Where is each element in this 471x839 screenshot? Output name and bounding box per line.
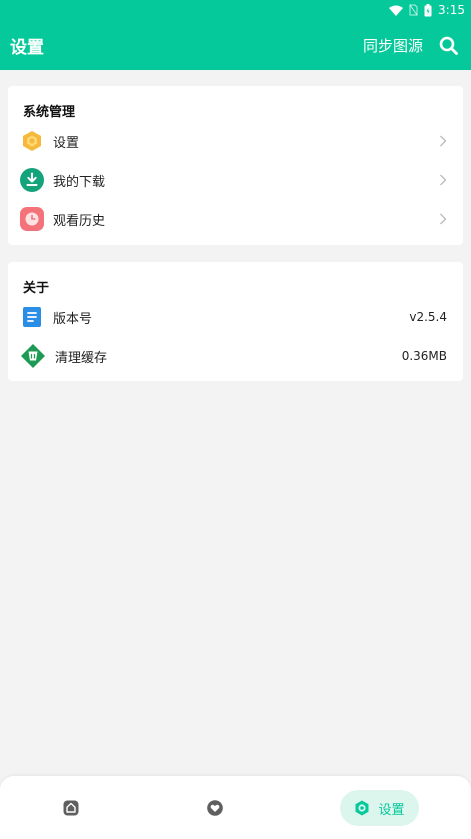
system-management-card: 系统管理 设置 我的下载 观看历史 (8, 86, 463, 245)
chevron-right-icon (439, 210, 447, 229)
settings-row[interactable]: 设置 (8, 122, 463, 160)
nav-favorite-tab[interactable] (200, 790, 230, 826)
version-row-label: 版本号 (53, 311, 93, 327)
hexagon-settings-icon (21, 130, 43, 152)
app-bar: 设置 同步图源 (0, 20, 471, 70)
page-title: 设置 (10, 37, 44, 58)
about-section-title: 关于 (23, 281, 50, 296)
clean-cache-icon (20, 343, 46, 369)
cache-size-value: 0.36MB (401, 349, 447, 363)
version-value: v2.5.4 (409, 310, 447, 324)
status-time: 3:15 (438, 3, 465, 17)
search-icon (439, 36, 458, 55)
clear-cache-row[interactable]: 清理缓存 0.36MB (8, 337, 463, 375)
battery-icon (424, 3, 432, 17)
downloads-row-label: 我的下载 (53, 174, 106, 190)
bottom-navigation: 设置 (0, 776, 471, 839)
history-clock-icon (20, 207, 44, 231)
home-icon (63, 800, 79, 816)
gear-icon (355, 800, 369, 816)
nav-home-tab[interactable] (56, 790, 86, 826)
status-bar: 3:15 (0, 0, 471, 20)
history-row-label: 观看历史 (53, 213, 106, 229)
download-icon (20, 168, 44, 192)
history-row[interactable]: 观看历史 (8, 200, 463, 238)
nav-settings-label: 设置 (378, 802, 405, 818)
system-section-title: 系统管理 (23, 105, 76, 120)
chevron-right-icon (439, 171, 447, 190)
no-sim-icon (409, 4, 418, 16)
clear-cache-row-label: 清理缓存 (55, 350, 108, 366)
nav-settings-tab[interactable]: 设置 (340, 790, 419, 826)
settings-row-label: 设置 (53, 135, 80, 151)
downloads-row[interactable]: 我的下载 (8, 161, 463, 199)
search-button[interactable] (437, 34, 459, 56)
about-card: 关于 版本号 v2.5.4 清理缓存 0.36MB (8, 262, 463, 381)
wifi-icon (389, 5, 404, 16)
heart-icon (207, 800, 223, 816)
version-row: 版本号 v2.5.4 (8, 298, 463, 336)
sync-sources-button[interactable]: 同步图源 (363, 35, 423, 56)
version-doc-icon (21, 306, 43, 328)
chevron-right-icon (439, 132, 447, 151)
